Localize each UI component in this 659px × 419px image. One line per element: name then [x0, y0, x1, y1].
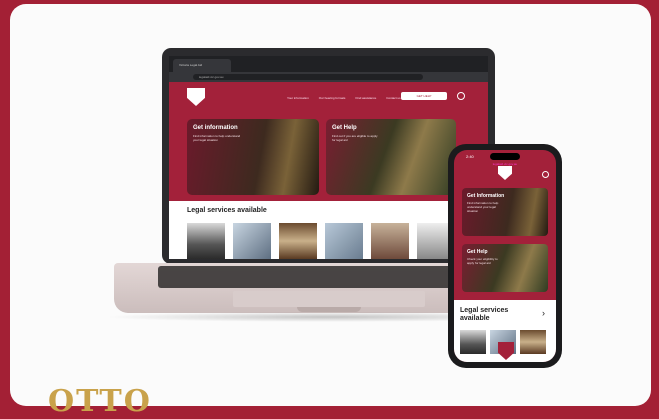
phone-screen: 2:40 legalaid.vic.gov.au Get Information… — [454, 150, 556, 362]
nav-item[interactable]: Contact us — [386, 96, 400, 100]
card-text: Find information to help understand your… — [467, 201, 499, 213]
brand-logo: OTTO — [48, 384, 152, 419]
search-icon[interactable] — [457, 92, 465, 100]
laptop-screen: Victoria Legal Aid legalaid.vic.gov.au Y… — [169, 56, 488, 259]
get-help-card[interactable]: Get Help Check your eligibility to apply… — [462, 244, 548, 292]
get-help-card[interactable]: Get Help Find out if you are eligible to… — [326, 119, 456, 195]
laptop-trackpad — [233, 291, 425, 307]
site-logo[interactable] — [498, 166, 512, 180]
services-section: Legal services available › — [454, 300, 556, 362]
service-thumbnail[interactable] — [520, 330, 546, 354]
service-thumbnail[interactable] — [325, 223, 363, 259]
service-thumbnail[interactable] — [460, 330, 486, 354]
service-thumbnails — [187, 223, 455, 259]
service-thumbnail[interactable] — [187, 223, 225, 259]
section-title: Legal services available — [460, 307, 509, 322]
phone-address-bar[interactable]: legalaid.vic.gov.au — [454, 162, 556, 166]
card-title: Get information — [193, 125, 238, 131]
search-icon[interactable] — [542, 171, 549, 178]
website-hero: Your information Our hearing formats Fin… — [169, 82, 488, 259]
services-section: Legal services available — [169, 201, 488, 259]
nav-item[interactable]: Your information — [287, 96, 309, 100]
browser-toolbar: legalaid.vic.gov.au — [169, 72, 488, 82]
service-thumbnail[interactable] — [371, 223, 409, 259]
card-title: Get Help — [332, 125, 357, 131]
card-text: Check your eligibility to apply for lega… — [467, 257, 498, 265]
card-text: Find information to help understand your… — [193, 134, 241, 142]
nav-item[interactable]: Find assistance — [355, 96, 376, 100]
phone-status-bar: 2:40 — [454, 150, 556, 162]
browser-tab[interactable]: Victoria Legal Aid — [173, 59, 231, 72]
get-information-card[interactable]: Get Information Find information to help… — [462, 188, 548, 236]
nav-item[interactable]: Our hearing formats — [319, 96, 346, 100]
card-title: Get Help — [467, 249, 488, 255]
service-thumbnail[interactable] — [233, 223, 271, 259]
site-logo[interactable] — [187, 88, 205, 106]
address-bar[interactable]: legalaid.vic.gov.au — [193, 74, 423, 80]
menu-badge[interactable] — [498, 342, 514, 360]
dynamic-island — [490, 153, 520, 160]
get-information-card[interactable]: Get information Find information to help… — [187, 119, 319, 195]
card-text: Find out if you are eligible to apply fo… — [332, 134, 378, 142]
section-title: Legal services available — [187, 207, 267, 214]
browser-tabbar: Victoria Legal Aid — [169, 56, 488, 72]
get-help-button[interactable]: GET HELP — [401, 92, 447, 100]
card-title: Get Information — [467, 193, 505, 199]
chevron-right-icon[interactable]: › — [542, 308, 545, 318]
service-thumbnail[interactable] — [279, 223, 317, 259]
status-time: 2:40 — [466, 154, 474, 159]
site-nav: Your information Our hearing formats Fin… — [287, 96, 401, 100]
